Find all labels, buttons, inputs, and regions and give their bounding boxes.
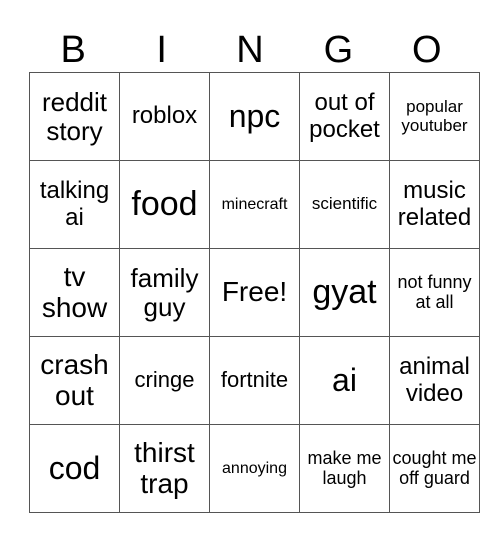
bingo-cell[interactable]: thirst trap bbox=[119, 424, 210, 513]
bingo-cell[interactable]: animal video bbox=[389, 336, 480, 425]
header-letter-b: B bbox=[60, 29, 86, 71]
bingo-cell[interactable]: minecraft bbox=[209, 160, 300, 249]
free-space-cell[interactable]: Free! bbox=[209, 248, 300, 337]
grid-row: crash out cringe fortnite ai animal vide… bbox=[29, 336, 480, 425]
grid-row: reddit story roblox npc out of pocket po… bbox=[29, 72, 480, 161]
bingo-cell[interactable]: scientific bbox=[299, 160, 390, 249]
grid-row: tv show family guy Free! gyat not funny … bbox=[29, 248, 480, 337]
bingo-cell[interactable]: popular youtuber bbox=[389, 72, 480, 161]
header-letter-g: G bbox=[323, 29, 354, 71]
header-letter-i: I bbox=[156, 29, 167, 71]
bingo-cell[interactable]: gyat bbox=[299, 248, 390, 337]
header-letter-o: O bbox=[412, 29, 442, 71]
bingo-header: B I N G O bbox=[29, 28, 471, 72]
bingo-cell[interactable]: annoying bbox=[209, 424, 300, 513]
bingo-grid: reddit story roblox npc out of pocket po… bbox=[29, 72, 480, 513]
bingo-cell[interactable]: reddit story bbox=[29, 72, 120, 161]
bingo-cell[interactable]: cringe bbox=[119, 336, 210, 425]
bingo-cell[interactable]: out of pocket bbox=[299, 72, 390, 161]
bingo-cell[interactable]: music related bbox=[389, 160, 480, 249]
bingo-cell[interactable]: tv show bbox=[29, 248, 120, 337]
bingo-cell[interactable]: fortnite bbox=[209, 336, 300, 425]
bingo-cell[interactable]: roblox bbox=[119, 72, 210, 161]
bingo-cell[interactable]: cought me off guard bbox=[389, 424, 480, 513]
bingo-cell[interactable]: ai bbox=[299, 336, 390, 425]
bingo-cell[interactable]: family guy bbox=[119, 248, 210, 337]
bingo-cell[interactable]: not funny at all bbox=[389, 248, 480, 337]
bingo-cell[interactable]: crash out bbox=[29, 336, 120, 425]
bingo-cell[interactable]: cod bbox=[29, 424, 120, 513]
bingo-cell[interactable]: npc bbox=[209, 72, 300, 161]
bingo-cell[interactable]: make me laugh bbox=[299, 424, 390, 513]
bingo-cell[interactable]: food bbox=[119, 160, 210, 249]
grid-row: talking ai food minecraft scientific mus… bbox=[29, 160, 480, 249]
header-letter-n: N bbox=[236, 29, 264, 71]
grid-row: cod thirst trap annoying make me laugh c… bbox=[29, 424, 480, 513]
bingo-cell[interactable]: talking ai bbox=[29, 160, 120, 249]
